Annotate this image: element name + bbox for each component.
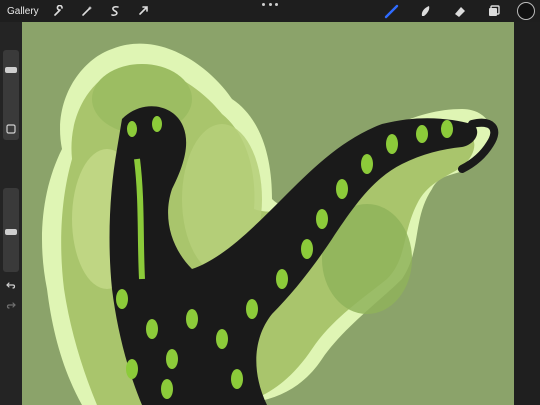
layers-icon[interactable] [485, 2, 503, 20]
opacity-slider[interactable] [3, 188, 19, 272]
undo-icon[interactable] [4, 278, 18, 292]
left-sidebar [0, 22, 22, 405]
magic-wand-icon[interactable] [79, 3, 95, 19]
more-options-dots[interactable] [262, 3, 278, 9]
brush-size-thumb[interactable] [5, 67, 17, 73]
right-toolbar [367, 0, 540, 22]
color-picker-button[interactable] [517, 2, 535, 20]
opacity-thumb[interactable] [5, 229, 17, 235]
eraser-icon[interactable] [451, 2, 469, 20]
smudge-icon[interactable] [417, 2, 435, 20]
drawing-canvas[interactable] [22, 29, 514, 405]
right-margin [514, 22, 540, 405]
modify-square-icon[interactable] [4, 122, 18, 136]
redo-icon[interactable] [4, 298, 18, 312]
selection-icon[interactable] [107, 3, 123, 19]
brush-icon[interactable] [383, 2, 401, 20]
gallery-button[interactable]: Gallery [7, 6, 39, 17]
top-toolbar: Gallery [0, 0, 540, 22]
transform-arrow-icon[interactable] [135, 3, 151, 19]
artwork [42, 43, 499, 405]
wrench-icon[interactable] [51, 3, 67, 19]
